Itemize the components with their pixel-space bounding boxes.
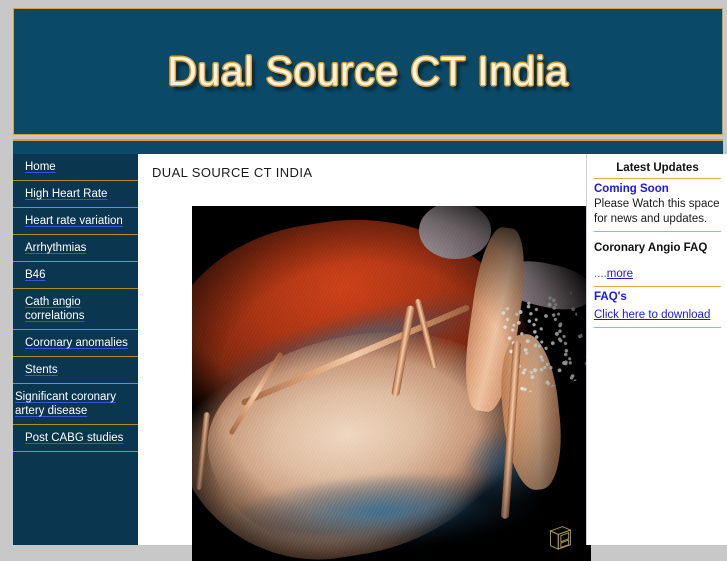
download-faq-link[interactable]: Click here to download xyxy=(594,307,710,323)
sidebar-item-home[interactable]: Home xyxy=(13,154,138,181)
sidebar-item-label: Arrhythmias xyxy=(25,242,87,254)
page-body: Home High Heart Rate Heart rate variatio… xyxy=(0,154,727,561)
main-content: DUAL SOURCE CT INDIA xyxy=(138,154,591,561)
page-title: DUAL SOURCE CT INDIA xyxy=(152,165,313,180)
update-text-line: Please Watch this space xyxy=(594,198,720,210)
sidebar-item-label: Heart rate variation xyxy=(25,215,123,227)
sidebar-item-post-cabg-studies[interactable]: Post CABG studies xyxy=(13,425,138,452)
more-row: ....more xyxy=(594,258,721,282)
sidebar-item-label: Cath angio correlations xyxy=(25,296,85,322)
sidebar-item-label: Post CABG studies xyxy=(25,432,124,444)
sidebar-item-arrhythmias[interactable]: Arrhythmias xyxy=(13,235,138,262)
header-navy-strip xyxy=(13,141,723,154)
cardiac-ct-image xyxy=(192,206,591,561)
ct-render-canvas xyxy=(192,206,591,561)
sidebar-item-label: Coronary anomalies xyxy=(25,337,128,349)
sidebar-item-stents[interactable]: Stents xyxy=(13,357,138,384)
latest-updates-panel: Latest Updates Coming Soon Please Watch … xyxy=(586,154,727,545)
sidebar-item-coronary-anomalies[interactable]: Coronary anomalies xyxy=(13,330,138,357)
latest-updates-title: Latest Updates xyxy=(594,162,721,179)
sidebar-item-label: High Heart Rate xyxy=(25,188,108,200)
update-block-coronary-angio-faq: Coronary Angio FAQ ....more xyxy=(594,232,721,287)
sidebar-item-high-heart-rate[interactable]: High Heart Rate xyxy=(13,181,138,208)
more-link[interactable]: more xyxy=(607,268,633,280)
sidebar-item-label: Significant coronary artery disease xyxy=(15,391,116,417)
sidebar-item-label: Stents xyxy=(25,364,58,376)
orientation-cube-icon xyxy=(549,526,572,550)
site-title: Dual Source CT India xyxy=(167,48,569,94)
update-heading: FAQ's xyxy=(594,291,627,303)
sidebar-nav: Home High Heart Rate Heart rate variatio… xyxy=(13,154,138,545)
sidebar-item-cath-angio-correlations[interactable]: Cath angio correlations xyxy=(13,289,138,330)
sidebar-item-b46[interactable]: B46 xyxy=(13,262,138,289)
sidebar-item-significant-coronary-artery-disease[interactable]: Significant coronary artery disease xyxy=(13,384,138,425)
aorta-cross-section xyxy=(419,206,492,260)
update-block-faqs: FAQ's Click here to download xyxy=(594,287,721,328)
sidebar-item-label: Home xyxy=(25,161,56,173)
sidebar-item-label: B46 xyxy=(25,269,46,281)
more-prefix: .... xyxy=(594,268,607,280)
update-heading: Coming Soon xyxy=(594,183,669,195)
sidebar-item-heart-rate-variation[interactable]: Heart rate variation xyxy=(13,208,138,235)
sidebar-filler xyxy=(13,452,138,462)
update-heading: Coronary Angio FAQ xyxy=(594,242,708,254)
update-block-coming-soon: Coming Soon Please Watch this space for … xyxy=(594,179,721,232)
site-header-banner: Dual Source CT India xyxy=(13,8,723,135)
update-text-line: for news and updates. xyxy=(594,213,708,225)
